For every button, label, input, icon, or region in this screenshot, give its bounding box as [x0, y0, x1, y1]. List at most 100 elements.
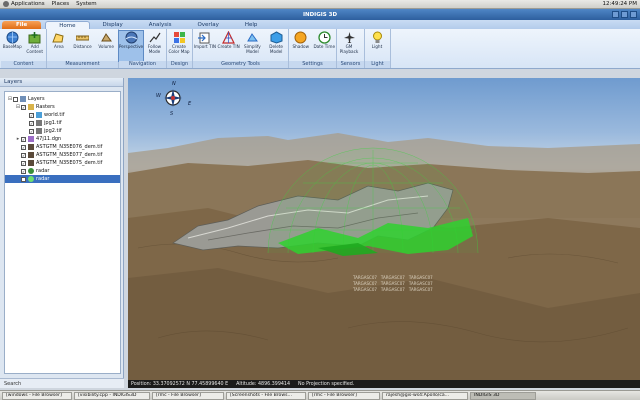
- perspective-button[interactable]: Perspective: [118, 30, 144, 62]
- minimize-button[interactable]: [612, 11, 619, 18]
- group-sensors: GM Playback Sensors: [337, 29, 365, 68]
- tin-icon: [222, 31, 236, 44]
- tree-node-47j11-dgn[interactable]: ▸ ✓ 47j11.dgn: [5, 135, 120, 143]
- tree-node-dem-075[interactable]: ✓ ASTGTM_N35E075_dem.tif: [5, 159, 120, 167]
- tree-node-radar-selected[interactable]: ✓ radar: [5, 175, 120, 183]
- tree-node-layers[interactable]: ⊟ Layers: [5, 95, 120, 103]
- gnome-foot-icon: [3, 1, 9, 7]
- import-tin-button[interactable]: Import TIN: [193, 31, 217, 61]
- layer-checkbox[interactable]: ✓: [21, 168, 26, 174]
- add-content-button[interactable]: Add Content: [24, 31, 47, 61]
- simplify-model-button[interactable]: Simplify Model: [241, 31, 265, 61]
- follow-mode-button[interactable]: Follow Mode: [143, 31, 166, 61]
- group-design: Create Color Map Design: [167, 29, 193, 68]
- area-button[interactable]: Area: [47, 31, 71, 61]
- layer-checkbox[interactable]: ✓: [21, 144, 26, 150]
- ribbon: BaseMap Add Content Content Area Distanc…: [0, 29, 640, 69]
- gnome-top-panel: Applications Places System 12:49:24 PM: [0, 0, 640, 9]
- tree-node-jpg1-tif[interactable]: ✓ jpg1.tif: [5, 119, 120, 127]
- delete-model-button[interactable]: Delete Model: [264, 31, 288, 61]
- group-settings: Shadow Date Time Settings: [289, 29, 337, 68]
- tree-node-dem-077[interactable]: ✓ ASTGTM_N35E077_dem.tif: [5, 151, 120, 159]
- layer-checkbox[interactable]: ✓: [21, 152, 26, 158]
- distance-button[interactable]: Distance: [71, 31, 95, 61]
- terrain-icon: [28, 160, 34, 166]
- gm-playback-button[interactable]: GM Playback: [337, 31, 361, 61]
- group-light: Light Light: [365, 29, 391, 68]
- layers-tree: ⊟ Layers ⊟ ✓ Rasters ✓ world.tif ✓ jpg1.…: [4, 91, 121, 374]
- group-measurement: Area Distance Volume Measurement: [47, 29, 119, 68]
- layer-checkbox[interactable]: ✓: [29, 112, 34, 118]
- search-tab[interactable]: Search: [0, 378, 124, 388]
- window-title: INDIGIS 3D: [302, 11, 338, 18]
- target-labels: TARGASC07 TARGASC07 TARGASC07 TARGASC07 …: [353, 275, 433, 292]
- tree-node-world-tif[interactable]: ✓ world.tif: [5, 111, 120, 119]
- layer-checkbox[interactable]: [13, 96, 18, 102]
- compass-south-label: S: [170, 111, 174, 117]
- layer-checkbox[interactable]: ✓: [21, 136, 26, 142]
- compass-north-label: N: [172, 81, 176, 87]
- altitude-readout: Altitude: 4896.399414: [236, 381, 291, 387]
- target-label: TARGASC07: [380, 275, 405, 280]
- ribbon-tabs: File Home Display Analysis Overlay Help: [0, 20, 640, 29]
- layer-checkbox[interactable]: ✓: [29, 120, 34, 126]
- tab-display[interactable]: Display: [90, 21, 136, 29]
- tree-node-radar[interactable]: ✓ radar: [5, 167, 120, 175]
- taskbar-item[interactable]: [visibility.cpp - INDIGIS3D: [74, 391, 150, 400]
- tab-home[interactable]: Home: [45, 21, 90, 29]
- raster-icon: [36, 112, 42, 118]
- system-menu[interactable]: System: [76, 1, 97, 7]
- taskbar-item[interactable]: [rmc - File Browser]: [308, 391, 380, 400]
- create-color-map-button[interactable]: Create Color Map: [167, 31, 191, 61]
- group-content: BaseMap Add Content Content: [1, 29, 47, 68]
- target-label: TARGASC07: [408, 275, 433, 280]
- tab-help[interactable]: Help: [232, 21, 271, 29]
- taskbar-item[interactable]: [Screenshots - File Brows...: [226, 391, 306, 400]
- taskbar-item[interactable]: [windows - File Browser]: [2, 391, 72, 400]
- position-readout: Position: 33.37092572 N 77.45899640 E: [131, 381, 229, 387]
- volume-icon: [100, 31, 113, 44]
- clock[interactable]: 12:49:24 PM: [602, 1, 637, 7]
- folder-icon: [28, 104, 34, 110]
- group-geometry-tools: Import TIN Create TIN Simplify Model Del…: [193, 29, 289, 68]
- close-button[interactable]: [630, 11, 637, 18]
- globe-icon: [6, 31, 19, 44]
- terrain-scene: [128, 89, 640, 380]
- taskbar-item[interactable]: [rmc - File Browser]: [152, 391, 224, 400]
- window-title-bar: INDIGIS 3D: [0, 9, 640, 20]
- target-label: TARGASC07: [353, 281, 377, 286]
- volume-button[interactable]: Volume: [94, 31, 118, 61]
- projection-readout: No Projection specified.: [298, 381, 355, 387]
- maximize-button[interactable]: [621, 11, 628, 18]
- places-menu[interactable]: Places: [52, 1, 70, 7]
- applications-menu[interactable]: Applications: [3, 1, 45, 7]
- tree-node-dem-076[interactable]: ✓ ASTGTM_N35E076_dem.tif: [5, 143, 120, 151]
- light-button[interactable]: Light: [365, 31, 389, 61]
- plane-icon: [343, 31, 356, 44]
- layer-checkbox[interactable]: ✓: [21, 160, 26, 166]
- taskbar-item-active[interactable]: INDIGIS 3D: [470, 391, 536, 400]
- tab-file[interactable]: File: [2, 21, 42, 29]
- compass-west-label: W: [156, 93, 161, 99]
- vector-icon: [28, 136, 34, 142]
- create-tin-button[interactable]: Create TIN: [217, 31, 241, 61]
- date-time-button[interactable]: Date Time: [313, 31, 337, 61]
- target-label: TARGASC07: [380, 287, 405, 292]
- tree-node-jpg2-tif[interactable]: ✓ jpg2.tif: [5, 127, 120, 135]
- tree-node-rasters[interactable]: ⊟ ✓ Rasters: [5, 103, 120, 111]
- target-label: TARGASC07: [408, 287, 433, 292]
- basemap-button[interactable]: BaseMap: [1, 31, 24, 61]
- target-label: TARGASC07: [353, 287, 377, 292]
- layer-checkbox[interactable]: ✓: [29, 128, 34, 134]
- shadow-button[interactable]: Shadow: [289, 31, 313, 61]
- layer-checkbox[interactable]: ✓: [21, 104, 26, 110]
- tab-overlay[interactable]: Overlay: [184, 21, 231, 29]
- 3d-viewport[interactable]: N W E S TARGASC07 TARGASC07 TARGASC07 TA…: [128, 78, 640, 380]
- clock-icon: [318, 31, 331, 44]
- terrain-icon: [28, 144, 34, 150]
- tab-analysis[interactable]: Analysis: [136, 21, 185, 29]
- taskbar-item[interactable]: rajesh@gis-ws4:Apollo/ca...: [382, 391, 468, 400]
- target-label: TARGASC07: [353, 275, 377, 280]
- compass-icon[interactable]: [164, 89, 182, 107]
- layer-checkbox[interactable]: ✓: [21, 176, 26, 182]
